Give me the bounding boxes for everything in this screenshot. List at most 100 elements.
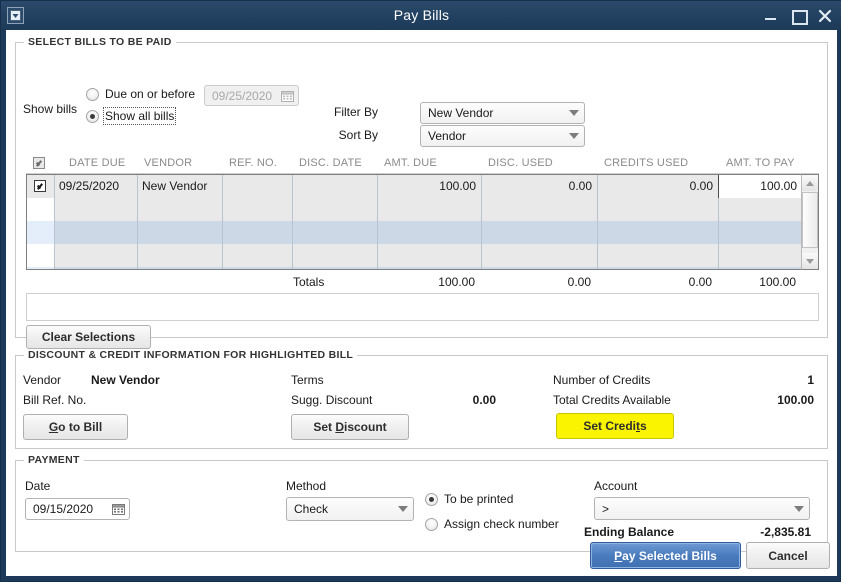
column-header-disc-used[interactable]: DISC. USED — [488, 154, 553, 173]
cell-amt-to-pay[interactable]: 100.00 — [718, 175, 801, 198]
payment-date-input[interactable]: 09/15/2020 — [25, 498, 130, 520]
scroll-up-icon[interactable] — [802, 175, 818, 191]
column-header-vendor[interactable]: VENDOR — [144, 154, 192, 173]
column-header-credits-used[interactable]: CREDITS USED — [604, 154, 688, 173]
table-footer-panel — [26, 293, 819, 321]
calendar-icon[interactable] — [281, 90, 294, 102]
radio-show-all-bills-dot — [86, 110, 99, 123]
totals-amt-to-pay: 100.00 — [717, 272, 801, 292]
window-title: Pay Bills — [1, 1, 841, 30]
window-controls — [764, 1, 832, 30]
payment-group: PAYMENT Date 09/15/2020 Method Check — [15, 460, 828, 552]
payment-method-label: Method — [286, 479, 326, 493]
set-credits-button[interactable]: Set Credits — [556, 413, 674, 439]
column-header-ref-no[interactable]: REF. NO. — [229, 154, 277, 173]
filter-by-dropdown[interactable]: New Vendor — [420, 102, 585, 124]
payment-method-dropdown[interactable]: Check — [286, 497, 414, 521]
bills-table: DATE DUE VENDOR REF. NO. DISC. DATE AMT.… — [26, 154, 819, 309]
table-row-empty[interactable] — [27, 244, 801, 267]
table-scrollbar[interactable] — [801, 174, 819, 270]
chevron-down-icon — [398, 506, 408, 512]
radio-due-on-or-before[interactable]: Due on or before — [86, 87, 195, 101]
totals-row: Totals 100.00 0.00 0.00 100.00 — [26, 272, 819, 292]
discount-credit-group: DISCOUNT & CREDIT INFORMATION FOR HIGHLI… — [15, 355, 828, 449]
due-date-input[interactable]: 09/25/2020 — [204, 85, 299, 106]
sugg-discount-label: Sugg. Discount — [291, 393, 372, 407]
total-credits-available-value: 100.00 — [736, 393, 814, 407]
set-discount-button[interactable]: Set Discount — [291, 414, 409, 440]
totals-credits-used: 0.00 — [596, 272, 717, 292]
cancel-button[interactable]: Cancel — [746, 542, 830, 569]
select-all-checkbox[interactable] — [33, 157, 45, 169]
close-icon[interactable] — [818, 9, 832, 23]
table-row-empty[interactable] — [27, 267, 801, 270]
radio-due-on-or-before-dot — [86, 88, 99, 101]
cell-date-due: 09/25/2020 — [54, 175, 137, 198]
filter-by-value: New Vendor — [428, 106, 569, 120]
bills-table-header: DATE DUE VENDOR REF. NO. DISC. DATE AMT.… — [26, 154, 819, 174]
scrollbar-thumb[interactable] — [802, 192, 818, 248]
vendor-label: Vendor — [23, 373, 61, 387]
number-of-credits-label: Number of Credits — [553, 373, 650, 387]
pay-selected-bills-button[interactable]: Pay Selected Bills — [590, 542, 741, 569]
calendar-icon[interactable] — [112, 503, 125, 515]
chevron-down-icon — [569, 110, 579, 116]
terms-label: Terms — [291, 373, 324, 387]
table-row[interactable]: 09/25/2020 New Vendor 100.00 0.00 0.00 1… — [27, 175, 801, 198]
payment-legend: PAYMENT — [24, 454, 84, 466]
radio-show-all-bills[interactable]: Show all bills — [86, 109, 174, 123]
filter-by-label: Filter By — [331, 105, 378, 119]
cell-vendor: New Vendor — [137, 175, 222, 198]
bills-table-body: 09/25/2020 New Vendor 100.00 0.00 0.00 1… — [26, 174, 801, 270]
select-bills-legend: SELECT BILLS TO BE PAID — [24, 36, 176, 48]
payment-date-value: 09/15/2020 — [33, 502, 112, 516]
cell-amt-due: 100.00 — [377, 175, 481, 198]
chevron-down-icon — [794, 506, 804, 512]
account-dropdown[interactable]: > — [594, 497, 810, 520]
totals-label: Totals — [288, 272, 348, 292]
table-row-empty[interactable] — [27, 198, 801, 221]
column-header-disc-date[interactable]: DISC. DATE — [299, 154, 362, 173]
minimize-icon[interactable] — [764, 9, 778, 23]
sugg-discount-value: 0.00 — [436, 393, 496, 407]
cell-ref-no — [222, 175, 292, 198]
column-header-amt-to-pay[interactable]: AMT. TO PAY — [726, 154, 795, 173]
total-credits-available-label: Total Credits Available — [553, 393, 671, 407]
show-bills-label: Show bills — [23, 102, 77, 116]
radio-due-on-or-before-label: Due on or before — [105, 87, 195, 101]
radio-assign-check-number-label: Assign check number — [444, 517, 559, 531]
sort-by-dropdown[interactable]: Vendor — [420, 125, 585, 147]
go-to-bill-button[interactable]: Go to Bill — [23, 414, 128, 440]
account-value: > — [602, 502, 794, 516]
radio-to-be-printed-label: To be printed — [444, 492, 513, 506]
account-label: Account — [594, 479, 637, 493]
select-bills-group: SELECT BILLS TO BE PAID Show bills Due o… — [15, 42, 828, 338]
ending-balance-label: Ending Balance — [584, 525, 674, 539]
column-header-date-due[interactable]: DATE DUE — [69, 154, 125, 173]
cell-disc-used: 0.00 — [481, 175, 597, 198]
payment-date-label: Date — [25, 479, 50, 493]
totals-amt-due: 100.00 — [376, 272, 480, 292]
clear-selections-button[interactable]: Clear Selections — [26, 325, 151, 349]
payment-method-value: Check — [294, 502, 398, 516]
sort-by-value: Vendor — [428, 129, 569, 143]
radio-assign-check-number[interactable]: Assign check number — [425, 517, 559, 531]
sort-by-label: Sort By — [331, 128, 378, 142]
cell-disc-date — [292, 175, 377, 198]
vendor-value: New Vendor — [91, 373, 160, 387]
discount-credit-legend: DISCOUNT & CREDIT INFORMATION FOR HIGHLI… — [24, 349, 357, 361]
bill-ref-no-label: Bill Ref. No. — [23, 393, 86, 407]
title-bar: Pay Bills — [1, 1, 841, 30]
totals-disc-used: 0.00 — [480, 272, 596, 292]
table-row-empty[interactable] — [27, 221, 801, 244]
pay-bills-window: Pay Bills SELECT BILLS TO BE PAID Show b… — [0, 0, 841, 582]
number-of-credits-value: 1 — [736, 373, 814, 387]
maximize-icon[interactable] — [791, 9, 805, 23]
column-header-amt-due[interactable]: AMT. DUE — [384, 154, 437, 173]
cell-credits-used: 0.00 — [597, 175, 718, 198]
due-date-value: 09/25/2020 — [212, 89, 281, 103]
row-checkbox[interactable] — [34, 180, 46, 192]
radio-to-be-printed-dot — [425, 493, 438, 506]
scroll-down-icon[interactable] — [802, 253, 818, 269]
radio-to-be-printed[interactable]: To be printed — [425, 492, 513, 506]
